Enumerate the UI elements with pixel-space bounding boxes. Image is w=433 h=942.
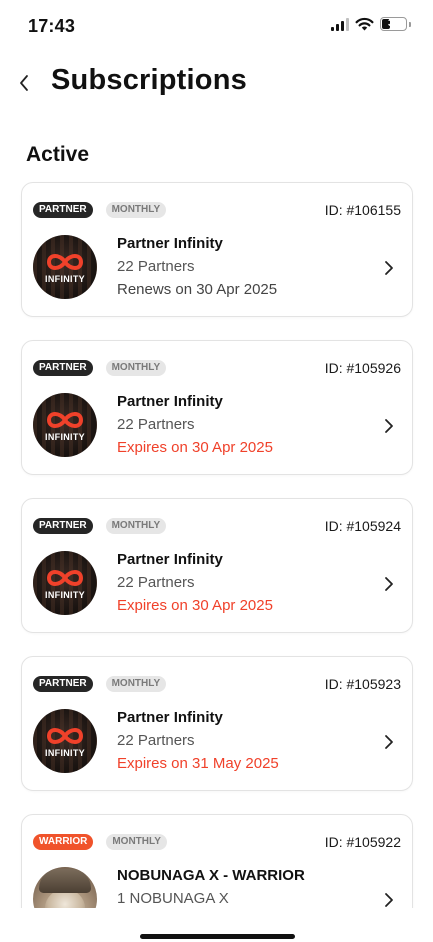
period-badge: MONTHLY: [106, 834, 167, 850]
subscription-card[interactable]: PARTNER MONTHLY ID: #105924 INFINITY Par…: [21, 498, 413, 633]
chevron-right-icon: [385, 419, 393, 433]
period-badge: MONTHLY: [105, 518, 167, 534]
type-badge: PARTNER: [33, 202, 93, 218]
chevron-right-icon: [385, 577, 393, 591]
type-badge: WARRIOR: [33, 834, 94, 850]
cellular-signal-icon: [331, 17, 349, 31]
period-badge: MONTHLY: [105, 676, 167, 692]
partner-count: 22 Partners: [117, 258, 195, 275]
chevron-right-icon: [385, 893, 393, 907]
subscription-list: PARTNER MONTHLY ID: #106155 INFINITY Par…: [21, 182, 413, 942]
subscriptions-screen: 17:43 30 Subscriptions Active PARTNER MO…: [0, 0, 433, 942]
type-badge: PARTNER: [33, 676, 93, 692]
infinity-logo-icon: [46, 254, 84, 270]
subscription-card[interactable]: PARTNER MONTHLY ID: #105923 INFINITY Par…: [21, 656, 413, 791]
status-bar: 17:43 30: [0, 0, 433, 52]
infinity-logo-icon: [46, 570, 84, 586]
status-icons: 30: [331, 17, 411, 31]
subscription-card[interactable]: PARTNER MONTHLY ID: #106155 INFINITY Par…: [21, 182, 413, 317]
avatar-label: INFINITY: [45, 274, 85, 284]
period-badge: MONTHLY: [105, 202, 167, 218]
product-name: Partner Infinity: [117, 709, 223, 726]
home-indicator: [140, 934, 295, 939]
period-badge: MONTHLY: [105, 360, 167, 376]
partner-count: 1 NOBUNAGA X: [117, 890, 229, 907]
subscription-id: ID: #105924: [324, 518, 401, 534]
product-name: Partner Infinity: [117, 235, 223, 252]
expiry-status: Expires on 30 Apr 2025: [117, 439, 273, 456]
product-name: NOBUNAGA X - WARRIOR: [117, 867, 305, 884]
type-badge: PARTNER: [33, 518, 93, 534]
subscription-card[interactable]: PARTNER MONTHLY ID: #105926 INFINITY Par…: [21, 340, 413, 475]
product-avatar: INFINITY: [33, 393, 97, 457]
chevron-left-icon: [20, 75, 28, 91]
subscription-id: ID: #105923: [324, 676, 401, 692]
infinity-logo-icon: [46, 728, 84, 744]
expiry-status: Expires on 31 May 2025: [117, 755, 279, 772]
expiry-status: Expires on 30 Apr 2025: [117, 597, 273, 614]
renewal-status: Renews on 30 Apr 2025: [117, 281, 278, 298]
back-button[interactable]: [10, 66, 38, 100]
section-title-active: Active: [26, 143, 90, 166]
product-avatar: INFINITY: [33, 709, 97, 773]
status-time: 17:43: [28, 16, 76, 36]
avatar-label: INFINITY: [45, 590, 85, 600]
avatar-label: INFINITY: [45, 748, 85, 758]
partner-count: 22 Partners: [117, 574, 195, 591]
product-avatar: INFINITY: [33, 551, 97, 615]
product-name: Partner Infinity: [117, 393, 223, 410]
chevron-right-icon: [385, 735, 393, 749]
partner-count: 22 Partners: [117, 416, 195, 433]
product-avatar: INFINITY: [33, 235, 97, 299]
partner-count: 22 Partners: [117, 732, 195, 749]
avatar-label: INFINITY: [45, 432, 85, 442]
type-badge: PARTNER: [33, 360, 93, 376]
chevron-right-icon: [385, 261, 393, 275]
subscription-id: ID: #105922: [324, 834, 401, 850]
battery-icon: 30: [380, 17, 407, 31]
battery-percent: 30: [387, 18, 400, 29]
wifi-icon: [355, 17, 374, 31]
subscription-id: ID: #106155: [324, 202, 401, 218]
infinity-logo-icon: [46, 412, 84, 428]
product-name: Partner Infinity: [117, 551, 223, 568]
page-title: Subscriptions: [51, 64, 247, 96]
subscription-id: ID: #105926: [324, 360, 401, 376]
